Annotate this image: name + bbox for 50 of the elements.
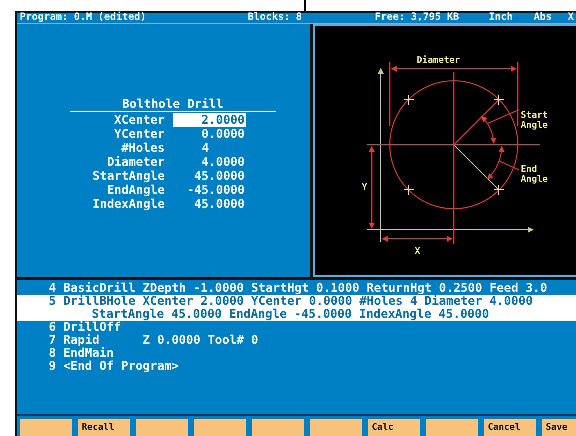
start-angle-arc [481, 110, 520, 144]
status-text: Abs [534, 13, 554, 23]
input-field[interactable]: 4.0000 [173, 155, 246, 169]
end-radius-line [454, 144, 500, 190]
blank-function-key[interactable] [310, 419, 362, 436]
start-angle-label: Start Angle [521, 111, 548, 131]
hole-marker-icon [404, 94, 414, 106]
input-field[interactable]: 0.0000 [173, 127, 246, 141]
field-label: StartAngle [92, 169, 165, 183]
input-field[interactable]: -45.0000 [173, 183, 246, 197]
status-text: Inch [489, 13, 514, 23]
input-field[interactable]: 2.0000 [173, 113, 246, 127]
field-label: #Holes [120, 141, 165, 155]
function-key[interactable]: Save [542, 419, 576, 436]
x-dimension [382, 236, 453, 242]
blank-function-key[interactable] [194, 419, 246, 436]
program-line[interactable]: 6 DrillOff [17, 321, 576, 334]
input-field[interactable]: 4 [173, 141, 246, 155]
program-line[interactable]: 7 Rapid Z 0.0000 Tool# 0 [17, 334, 576, 347]
input-field[interactable]: 45.0000 [173, 197, 246, 211]
status-text: X [568, 13, 574, 23]
form-title: Bolthole Drill [70, 97, 276, 112]
start-radius-line [454, 100, 500, 146]
function-key[interactable]: Calc [368, 419, 420, 436]
hole-marker-icon [494, 184, 504, 196]
program-line[interactable]: 9 <End Of Program> [17, 360, 576, 373]
end-angle-arc [487, 146, 520, 180]
hole-marker-icon [494, 94, 504, 106]
status-text: Blocks: 8 [248, 13, 304, 23]
field-label: EndAngle [106, 183, 165, 197]
program-line[interactable]: 8 EndMain [17, 347, 576, 360]
field-label: Diameter [106, 155, 165, 169]
function-key[interactable]: Recall [78, 419, 130, 436]
program-line[interactable]: 4 BasicDrill ZDepth -1.0000 StartHgt 0.1000 ReturnHgt 0.2500 Feed 3.0 [17, 282, 576, 295]
blank-function-key[interactable] [136, 419, 188, 436]
end-angle-label: End Angle [521, 165, 548, 185]
y-label: Y [362, 183, 368, 193]
x-label: X [415, 247, 420, 257]
hole-marker-icon [404, 184, 414, 196]
input-field[interactable]: 45.0000 [173, 169, 246, 183]
field-label: YCenter [113, 127, 165, 141]
status-text: Free: 3,795 KB [375, 13, 460, 23]
status-text: Program: 0.M (edited) [19, 13, 148, 23]
blank-function-key[interactable] [252, 419, 304, 436]
blank-function-key[interactable] [426, 419, 478, 436]
function-key[interactable]: Cancel [484, 419, 536, 436]
blank-function-key[interactable] [20, 419, 72, 436]
field-label: XCenter [113, 113, 165, 127]
field-label: IndexAngle [92, 197, 165, 211]
diameter-label: Diameter [417, 56, 460, 66]
